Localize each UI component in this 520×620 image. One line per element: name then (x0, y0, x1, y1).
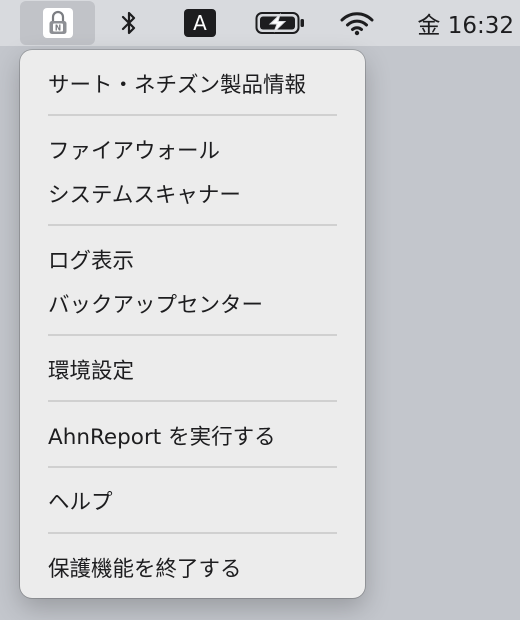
menu-item-quit-protection[interactable]: 保護機能を終了する (48, 547, 242, 587)
menu-item-log-viewer[interactable]: ログ表示 (48, 239, 134, 279)
menu-bar: N A 金 16:32 (0, 0, 520, 46)
menu-separator (48, 334, 337, 336)
bluetooth-icon[interactable] (114, 0, 144, 46)
menu-item-help[interactable]: ヘルプ (48, 480, 113, 520)
menu-item-preferences[interactable]: 環境設定 (48, 349, 134, 389)
menu-item-system-scanner[interactable]: システムスキャナー (48, 173, 241, 213)
menu-separator (48, 224, 337, 226)
menu-item-firewall[interactable]: ファイアウォール (48, 129, 220, 169)
battery-charging-icon[interactable] (254, 0, 308, 46)
menu-item-backup-center[interactable]: バックアップセンター (48, 283, 263, 323)
menu-item-product-info[interactable]: サート・ネチズン製品情報 (48, 63, 306, 103)
ahnlab-v3-lock-icon: N (42, 8, 73, 38)
menu-separator (48, 114, 337, 116)
app-status-item[interactable]: N (20, 1, 95, 45)
menu-separator (48, 466, 337, 468)
input-source-letter: A (184, 9, 216, 37)
app-dropdown-menu: サート・ネチズン製品情報 ファイアウォール システムスキャナー ログ表示 バック… (20, 50, 365, 598)
clock[interactable]: 金 16:32 (400, 0, 514, 46)
wifi-icon[interactable] (338, 0, 376, 46)
menu-item-run-ahnreport[interactable]: AhnReport を実行する (48, 415, 276, 455)
menu-separator (48, 532, 337, 534)
menu-separator (48, 400, 337, 402)
svg-text:N: N (54, 24, 60, 33)
input-source-indicator[interactable]: A (184, 0, 216, 46)
